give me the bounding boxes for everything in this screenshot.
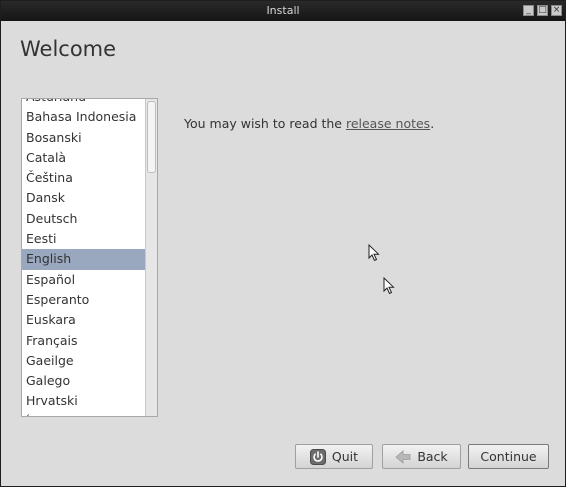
mouse-pointer-icon — [368, 244, 380, 262]
language-list-item[interactable]: Čeština — [22, 168, 146, 188]
window-title: Install — [266, 4, 300, 17]
close-button[interactable]: × — [551, 5, 562, 16]
title-bar[interactable]: Install _ □ × — [1, 1, 565, 21]
language-list-item[interactable]: Galego — [22, 371, 146, 391]
language-list-item[interactable]: Euskara — [22, 310, 146, 330]
language-list-item[interactable]: Català — [22, 148, 146, 168]
quit-button-label: Quit — [331, 449, 359, 464]
scrollbar-thumb[interactable] — [147, 101, 156, 173]
language-list-item[interactable]: Dansk — [22, 188, 146, 208]
mouse-pointer-icon — [383, 277, 395, 295]
quit-button[interactable]: Quit — [295, 444, 373, 469]
back-button-label: Back — [417, 449, 448, 464]
language-list-item[interactable]: Deutsch — [22, 209, 146, 229]
language-list-item[interactable]: Español — [22, 270, 146, 290]
language-list-item[interactable]: Íslenska — [22, 412, 146, 416]
release-notes-prefix: You may wish to read the — [184, 116, 346, 131]
language-list-item[interactable]: Gaeilge — [22, 351, 146, 371]
back-button[interactable]: Back — [382, 444, 461, 469]
release-notes-suffix: . — [430, 116, 435, 131]
language-list-item[interactable]: Asturianu — [22, 99, 146, 107]
continue-button-label: Continue — [480, 449, 537, 464]
language-list-scrollbar[interactable] — [145, 99, 157, 416]
installer-window: Install _ □ × Welcome AsturianuBahasa In… — [0, 0, 566, 487]
language-list-item[interactable]: Esperanto — [22, 290, 146, 310]
language-list-item[interactable]: Hrvatski — [22, 391, 146, 411]
release-notes-message: You may wish to read the release notes. — [184, 116, 434, 131]
language-list-item[interactable]: Français — [22, 331, 146, 351]
back-arrow-icon — [395, 449, 411, 464]
continue-button[interactable]: Continue — [468, 444, 549, 469]
page-title: Welcome — [20, 37, 117, 61]
minimize-button[interactable]: _ — [523, 5, 534, 16]
maximize-button[interactable]: □ — [537, 5, 548, 16]
language-list-item[interactable]: Bahasa Indonesia — [22, 107, 146, 127]
language-list-items: AsturianuBahasa IndonesiaBosanskiCatalàČ… — [22, 99, 146, 416]
language-list[interactable]: AsturianuBahasa IndonesiaBosanskiCatalàČ… — [21, 98, 158, 417]
power-icon — [309, 448, 326, 465]
language-list-item[interactable]: English — [22, 249, 146, 270]
release-notes-link[interactable]: release notes — [346, 116, 430, 131]
window-controls: _ □ × — [523, 5, 562, 16]
language-list-item[interactable]: Eesti — [22, 229, 146, 249]
language-list-item[interactable]: Bosanski — [22, 128, 146, 148]
